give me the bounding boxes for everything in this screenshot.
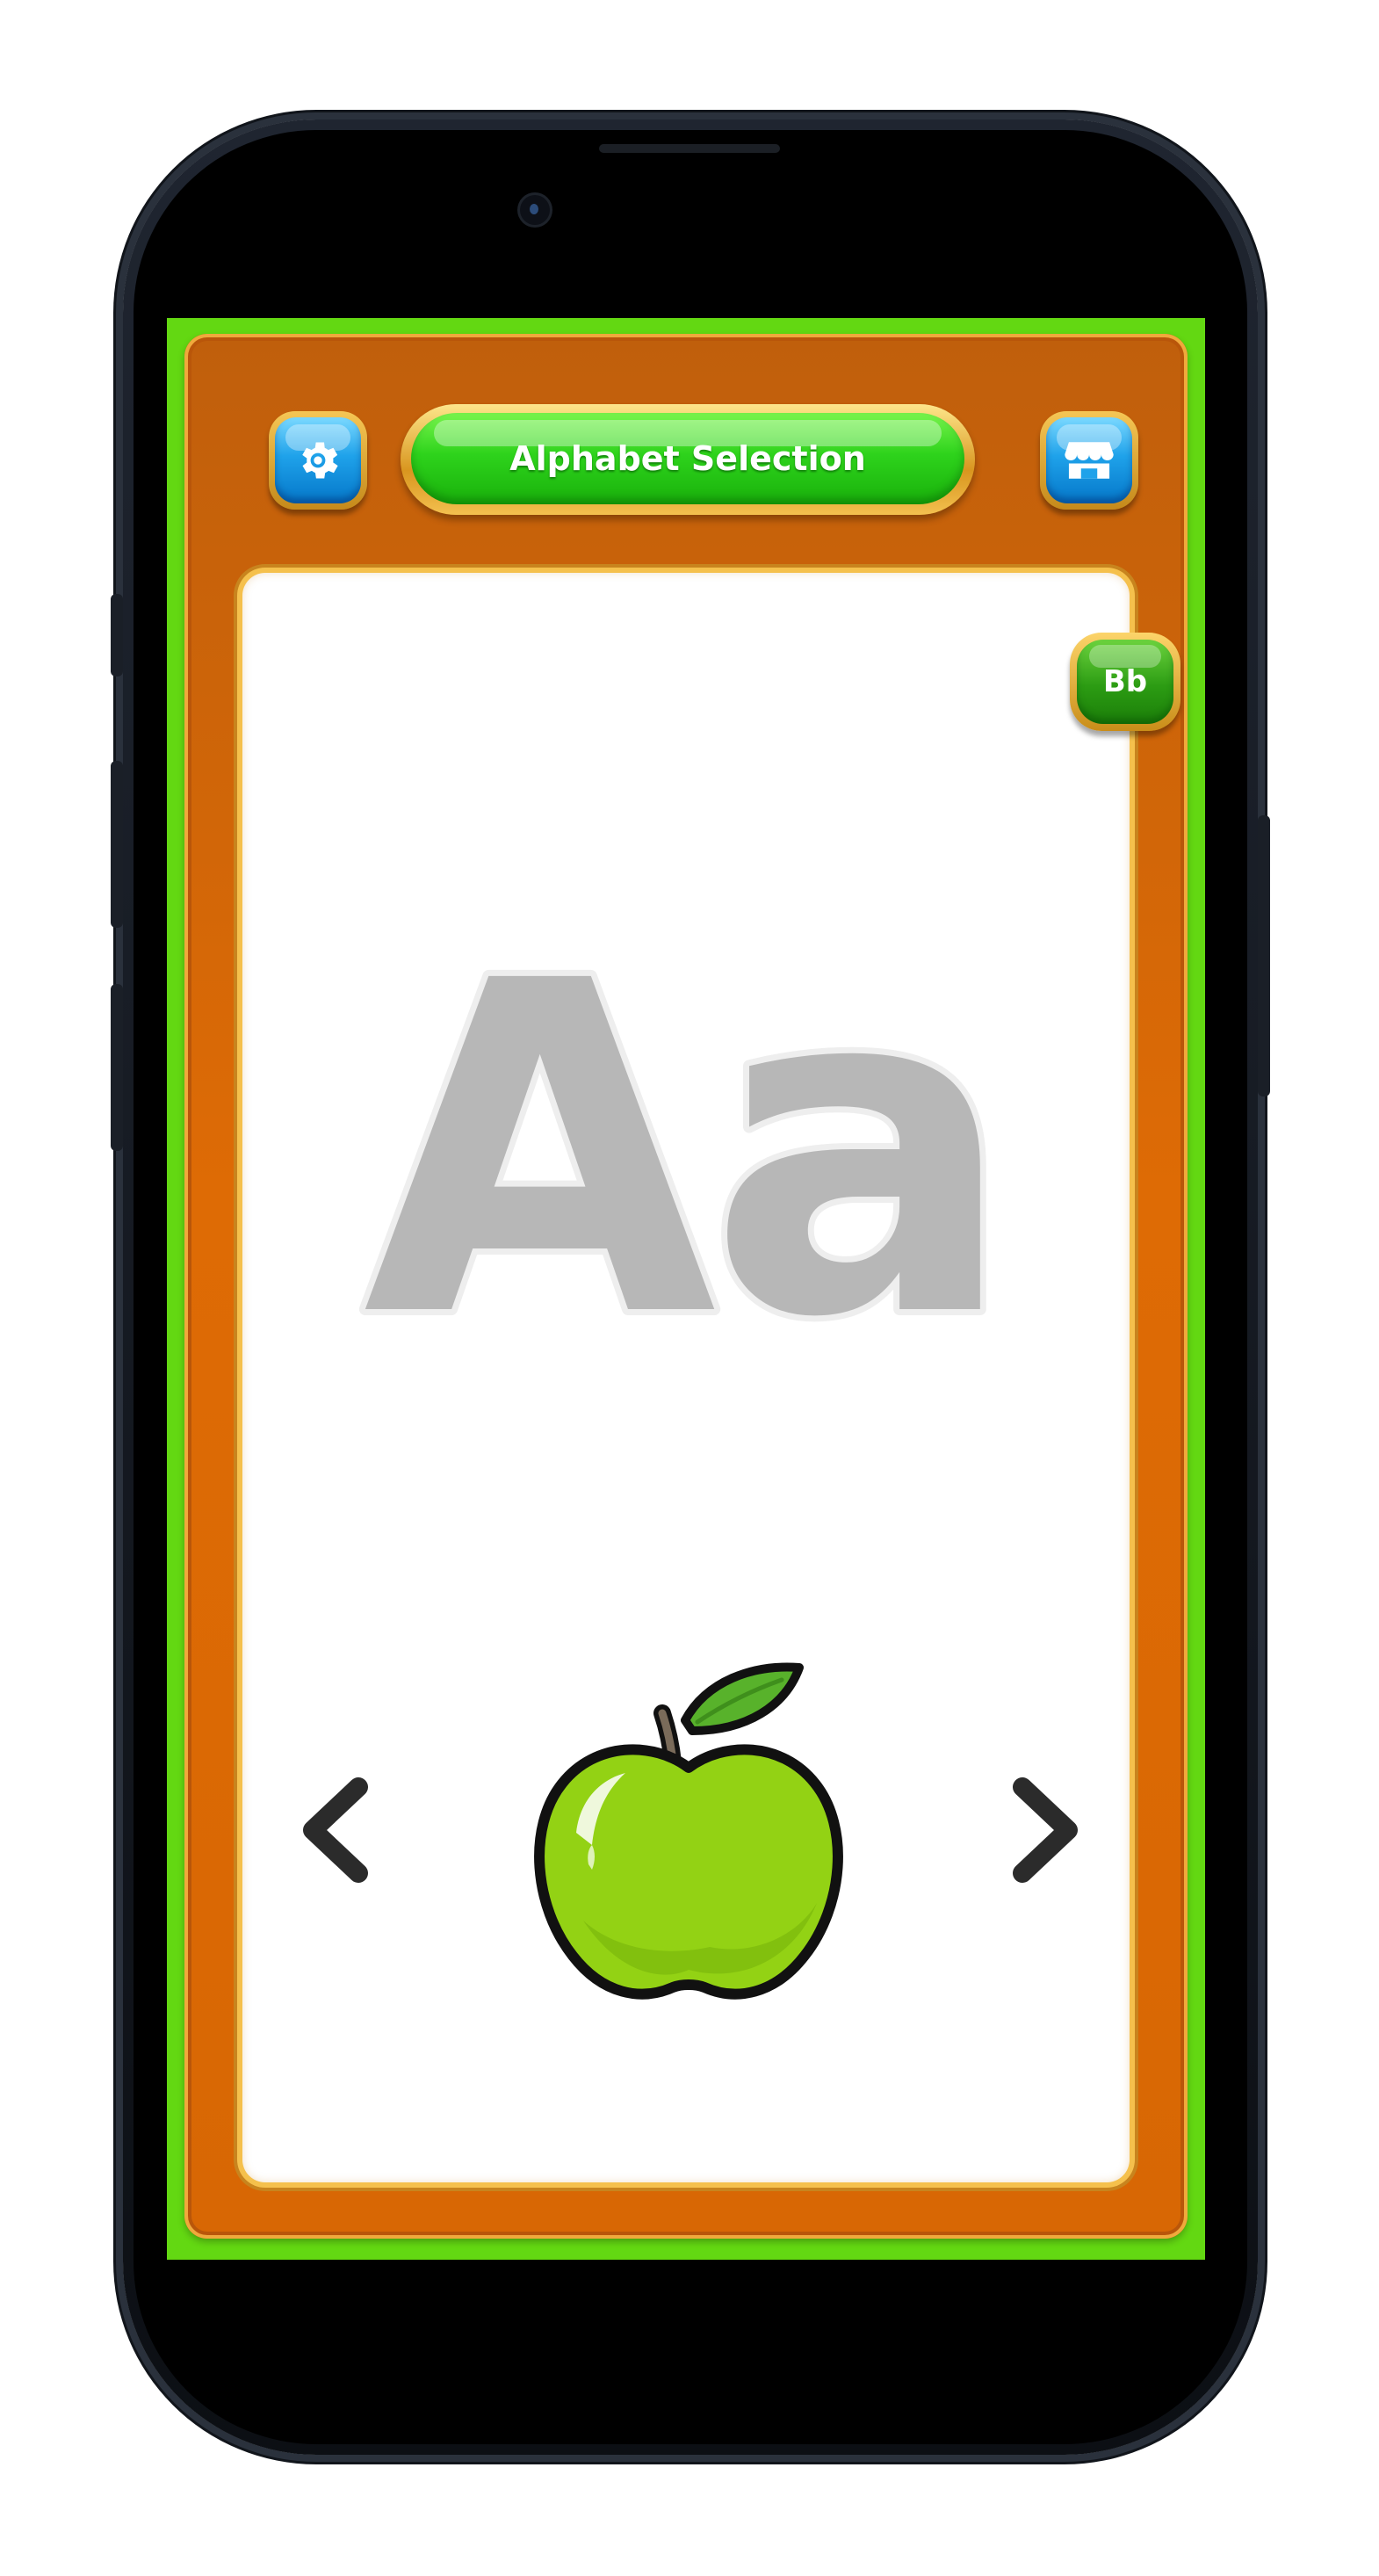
next-arrow-button[interactable]: [1001, 1773, 1089, 1887]
gear-icon: [302, 442, 338, 479]
letter-display: Aa: [357, 923, 1022, 1362]
phone-mute-switch: [111, 594, 123, 677]
shop-icon: [1065, 442, 1114, 479]
page-title: Alphabet Selection: [509, 439, 866, 478]
phone-speaker: [599, 144, 780, 153]
previous-letter-button[interactable]: [292, 1773, 379, 1887]
shop-button[interactable]: [1040, 411, 1138, 510]
front-camera: [520, 195, 550, 225]
chevron-left-icon: [303, 1777, 368, 1883]
next-letter-label: Bb: [1102, 664, 1148, 699]
phone-power-button: [1258, 815, 1270, 1096]
settings-button[interactable]: [269, 411, 367, 510]
green-apple-icon: [534, 1662, 843, 2000]
phone-volume-up: [111, 761, 123, 928]
phone-volume-down: [111, 984, 123, 1151]
next-letter-button[interactable]: Bb: [1070, 633, 1180, 731]
title-banner: Alphabet Selection: [401, 404, 975, 515]
chevron-right-icon: [1013, 1777, 1078, 1883]
letter-display-text: Aa: [363, 923, 1007, 1362]
